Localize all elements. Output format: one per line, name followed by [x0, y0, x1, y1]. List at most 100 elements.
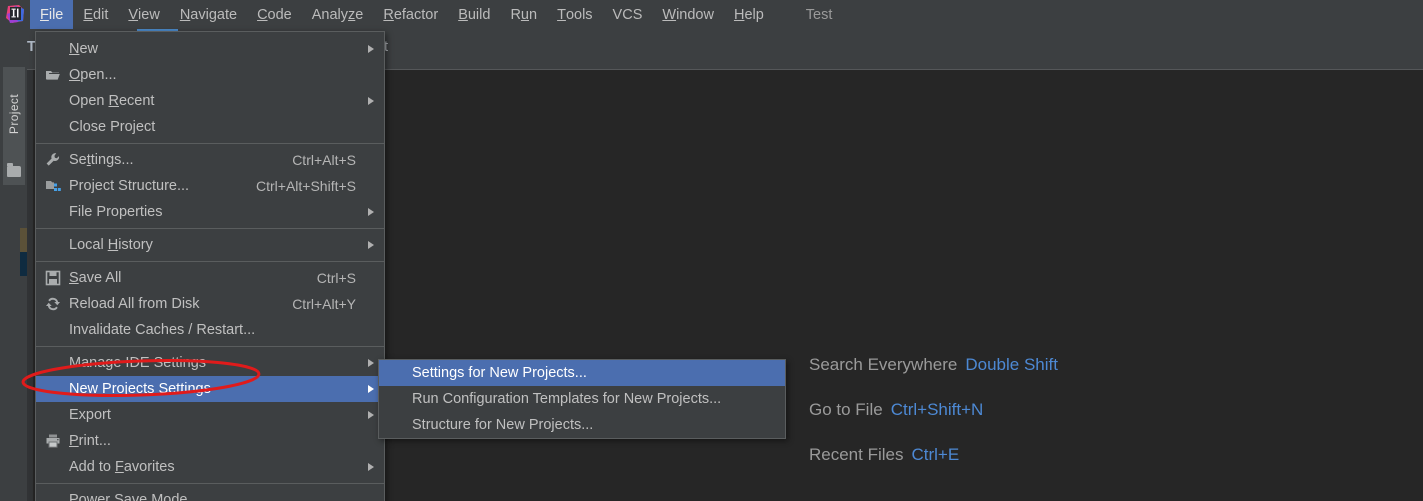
menu-bar-trailing-text: Test [796, 7, 843, 23]
submenu-item-structure-for-new-projects[interactable]: Structure for New Projects... [379, 412, 785, 438]
tree-marker-1 [20, 228, 27, 252]
menu-item-save-all[interactable]: Save All Ctrl+S [36, 265, 384, 291]
menu-item-invalidate-caches-restart[interactable]: Invalidate Caches / Restart... [36, 317, 384, 343]
menu-item-local-history[interactable]: Local History [36, 232, 384, 258]
menu-item-label: Project Structure... [69, 178, 189, 194]
ide-window: Project Tes t FileEditViewNavigateCodeAn… [0, 0, 1423, 501]
menu-bar: FileEditViewNavigateCodeAnalyzeRefactorB… [0, 0, 1423, 29]
menu-bar-item-run[interactable]: Run [500, 0, 547, 29]
menu-separator [36, 483, 384, 484]
menu-separator [36, 143, 384, 144]
menu-item-label: New [69, 41, 98, 57]
hint-label: Go to File [809, 400, 883, 420]
menu-bar-item-help[interactable]: Help [724, 0, 774, 29]
submenu-item-settings-for-new-projects[interactable]: Settings for New Projects... [379, 360, 785, 386]
hint-shortcut: Ctrl+Shift+N [891, 400, 984, 420]
new-projects-settings-submenu[interactable]: Settings for New Projects... Run Configur… [378, 359, 786, 439]
menu-item-label: Local History [69, 237, 153, 253]
printer-icon [45, 433, 61, 449]
menu-item-shortcut: Ctrl+S [317, 270, 356, 286]
hint-label: Recent Files [809, 445, 903, 465]
project-tab-label: Project [7, 94, 21, 134]
menu-item-label: Close Project [69, 119, 155, 135]
shortcut-hints: Search Everywhere Double Shift Go to File C… [809, 355, 1229, 490]
chevron-right-icon [368, 97, 374, 105]
menu-item-settings[interactable]: Settings... Ctrl+Alt+S [36, 147, 384, 173]
menu-item-close-project[interactable]: Close Project [36, 114, 384, 140]
intellij-idea-logo [0, 0, 30, 29]
menu-bar-item-navigate[interactable]: Navigate [170, 0, 247, 29]
menu-item-label: New Projects Settings [69, 381, 211, 397]
wrench-icon [45, 152, 61, 168]
chevron-right-icon [368, 208, 374, 216]
menu-bar-item-build[interactable]: Build [448, 0, 500, 29]
menu-item-label: File Properties [69, 204, 162, 220]
menu-bar-item-file[interactable]: File [30, 0, 73, 29]
menu-item-shortcut: Ctrl+Alt+Shift+S [256, 178, 356, 194]
shortcut-hint-recent-files: Recent Files Ctrl+E [809, 445, 1229, 465]
menu-item-label: Print... [69, 433, 111, 449]
submenu-item-run-configuration-templates-for-new-projects[interactable]: Run Configuration Templates for New Proj… [379, 386, 785, 412]
menu-bar-item-refactor[interactable]: Refactor [373, 0, 448, 29]
folder-icon [7, 166, 21, 177]
shortcut-hint-search-everywhere: Search Everywhere Double Shift [809, 355, 1229, 375]
menu-bar-item-tools[interactable]: Tools [547, 0, 602, 29]
menu-bar-item-window[interactable]: Window [652, 0, 724, 29]
menu-item-label: Invalidate Caches / Restart... [69, 322, 255, 338]
menu-bar-item-view[interactable]: View [118, 0, 169, 29]
submenu-item-label: Settings for New Projects... [412, 365, 587, 381]
hint-shortcut: Ctrl+E [911, 445, 959, 465]
menu-item-print[interactable]: Print... [36, 428, 384, 454]
menu-item-label: Manage IDE Settings [69, 355, 206, 371]
menu-bar-item-edit[interactable]: Edit [73, 0, 118, 29]
shortcut-hint-go-to-file: Go to File Ctrl+Shift+N [809, 400, 1229, 420]
menu-item-power-save-mode[interactable]: Power Save Mode [36, 487, 384, 501]
refresh-icon [45, 296, 61, 312]
menu-item-open-recent[interactable]: Open Recent [36, 88, 384, 114]
submenu-item-label: Run Configuration Templates for New Proj… [412, 391, 721, 407]
menu-separator [36, 346, 384, 347]
chevron-right-icon [368, 385, 374, 393]
menu-bar-item-vcs[interactable]: VCS [603, 0, 653, 29]
menu-item-label: Open... [69, 67, 117, 83]
editor-gutter [27, 70, 33, 501]
menu-item-new[interactable]: New [36, 36, 384, 62]
folder-open-icon [45, 67, 61, 83]
chevron-right-icon [368, 463, 374, 471]
menu-item-label: Settings... [69, 152, 134, 168]
menu-item-label: Add to Favorites [69, 459, 175, 475]
menu-item-label: Export [69, 407, 111, 423]
module-icon [45, 178, 61, 194]
file-menu-dropdown[interactable]: New Open... Open Recent Close Project Settin… [35, 31, 385, 501]
menu-item-label: Open Recent [69, 93, 154, 109]
menu-bar-item-code[interactable]: Code [247, 0, 302, 29]
menu-item-label: Power Save Mode [69, 492, 187, 501]
menu-item-reload-all-from-disk[interactable]: Reload All from Disk Ctrl+Alt+Y [36, 291, 384, 317]
menu-item-new-projects-settings[interactable]: New Projects Settings [36, 376, 384, 402]
sidebar-item-project[interactable]: Project [3, 67, 25, 185]
menu-separator [36, 261, 384, 262]
left-tool-strip: Project [0, 29, 27, 501]
chevron-right-icon [368, 411, 374, 419]
menu-bar-item-analyze[interactable]: Analyze [302, 0, 374, 29]
chevron-right-icon [368, 359, 374, 367]
chevron-right-icon [368, 241, 374, 249]
hint-label: Search Everywhere [809, 355, 957, 375]
menu-item-shortcut: Ctrl+Alt+Y [292, 296, 356, 312]
menu-item-label: Save All [69, 270, 121, 286]
tree-marker-2 [20, 252, 27, 276]
hint-shortcut: Double Shift [965, 355, 1058, 375]
menu-item-export[interactable]: Export [36, 402, 384, 428]
menu-item-manage-ide-settings[interactable]: Manage IDE Settings [36, 350, 384, 376]
menu-item-project-structure[interactable]: Project Structure... Ctrl+Alt+Shift+S [36, 173, 384, 199]
menu-item-label: Reload All from Disk [69, 296, 200, 312]
menu-item-file-properties[interactable]: File Properties [36, 199, 384, 225]
menu-item-add-to-favorites[interactable]: Add to Favorites [36, 454, 384, 480]
chevron-right-icon [368, 45, 374, 53]
menu-separator [36, 228, 384, 229]
menu-item-shortcut: Ctrl+Alt+S [292, 152, 356, 168]
menu-bar-items: FileEditViewNavigateCodeAnalyzeRefactorB… [30, 0, 774, 29]
submenu-item-label: Structure for New Projects... [412, 417, 593, 433]
menu-item-open[interactable]: Open... [36, 62, 384, 88]
save-icon [45, 270, 61, 286]
